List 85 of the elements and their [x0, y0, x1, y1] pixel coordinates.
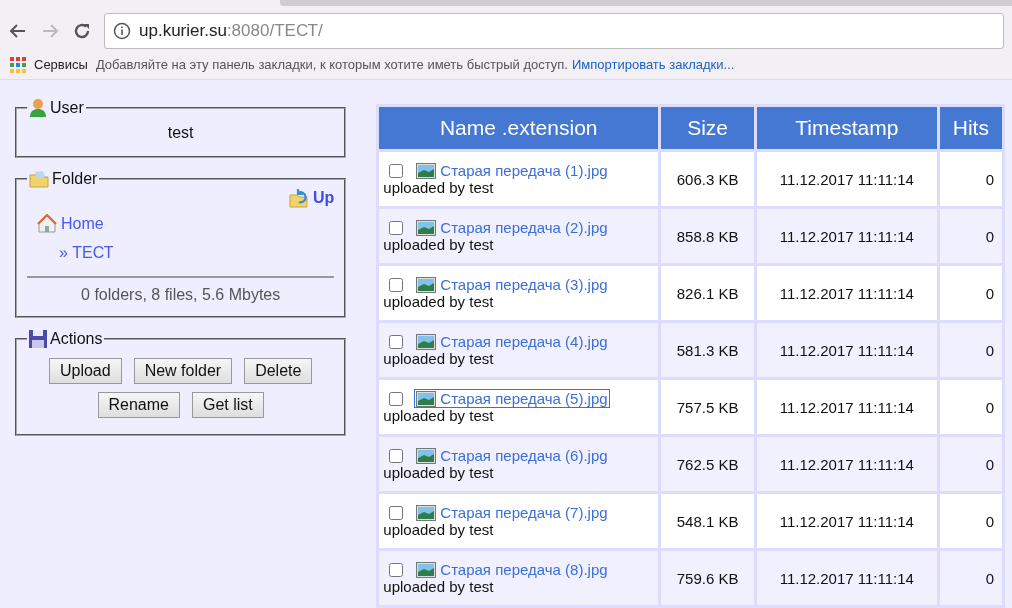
row-checkbox[interactable]	[389, 277, 404, 292]
action-button[interactable]: Get list	[192, 392, 264, 418]
column-header[interactable]: Size	[661, 107, 754, 149]
timestamp-cell-text: 11.12.2017 11:11:14	[778, 454, 915, 475]
column-header[interactable]: Timestamp	[757, 107, 937, 149]
uploader-text: uploaded by test	[383, 407, 495, 424]
size-cell-text: 606.3 KB	[675, 169, 740, 190]
image-file-icon	[416, 447, 437, 464]
panel-title: User	[50, 99, 84, 117]
uploader-text: uploaded by test	[383, 578, 495, 595]
timestamp-cell-text: 11.12.2017 11:11:14	[778, 568, 915, 589]
row-checkbox[interactable]	[389, 391, 404, 406]
size-cell-text: 826.1 KB	[675, 283, 740, 304]
size-cell-text: 858.8 KB	[675, 226, 740, 247]
action-button[interactable]: Upload	[48, 358, 122, 384]
size-cell-text: 548.1 KB	[675, 511, 740, 532]
size-cell-text: 762.5 KB	[675, 454, 740, 475]
image-file-icon	[416, 504, 437, 521]
up-link[interactable]: Up	[313, 189, 335, 207]
hits-cell-text: 0	[984, 340, 995, 361]
uploader-text: uploaded by test	[383, 350, 495, 367]
image-file-icon	[416, 333, 437, 350]
image-file-icon	[416, 390, 437, 407]
uploader-text: uploaded by test	[383, 521, 495, 538]
apps-bookmark[interactable]: Сервисы	[34, 57, 88, 73]
column-header[interactable]: Hits	[939, 107, 1002, 149]
row-checkbox[interactable]	[389, 448, 404, 463]
address-bar[interactable]: up.kurier.su:8080/ТЕСТ/	[104, 13, 1004, 50]
hits-cell-text: 0	[984, 169, 995, 190]
folder-icon	[29, 170, 49, 188]
hits-cell-text: 0	[984, 283, 995, 304]
action-button[interactable]: Delete	[244, 358, 313, 384]
panel-title: Actions	[50, 330, 103, 348]
timestamp-cell-text: 11.12.2017 11:11:14	[778, 511, 915, 532]
image-file-icon	[416, 561, 437, 578]
hits-cell-text: 0	[984, 454, 995, 475]
timestamp-cell-text: 11.12.2017 11:11:14	[778, 397, 915, 418]
size-cell-text: 581.3 KB	[675, 340, 740, 361]
row-checkbox[interactable]	[389, 505, 404, 520]
row-checkbox[interactable]	[389, 334, 404, 349]
file-link[interactable]: Старая передача (7).jpg	[415, 504, 609, 521]
uploader-text: uploaded by test	[383, 236, 495, 253]
url-path: :8080/ТЕСТ/	[226, 21, 323, 42]
hits-cell-text: 0	[984, 568, 995, 589]
action-button[interactable]: Rename	[97, 392, 180, 418]
user-name: test	[166, 124, 195, 143]
hits-cell-text: 0	[984, 226, 995, 247]
home-icon	[37, 214, 57, 234]
file-link[interactable]: Старая передача (3).jpg	[415, 276, 609, 293]
image-file-icon	[416, 219, 437, 236]
breadcrumb-link[interactable]: » ТЕСТ	[59, 244, 114, 262]
size-cell-text: 757.5 KB	[675, 397, 740, 418]
breadcrumb-link[interactable]: Home	[61, 215, 104, 233]
column-header[interactable]: Name .extension	[379, 107, 659, 149]
timestamp-cell-text: 11.12.2017 11:11:14	[778, 340, 915, 361]
uploader-text: uploaded by test	[383, 179, 495, 196]
bookmarks-hint: Добавляйте на эту панель закладки, к которым хотите иметь быстрый доступ.	[95, 57, 568, 73]
info-icon[interactable]	[113, 22, 131, 41]
file-link[interactable]: Старая передача (1).jpg	[415, 162, 609, 179]
file-link[interactable]: Старая передача (4).jpg	[415, 333, 609, 350]
timestamp-cell-text: 11.12.2017 11:11:14	[778, 226, 915, 247]
row-checkbox[interactable]	[389, 163, 404, 178]
uploader-text: uploaded by test	[383, 464, 495, 481]
image-file-icon	[416, 162, 437, 179]
row-checkbox[interactable]	[389, 220, 404, 235]
image-file-icon	[416, 276, 437, 293]
timestamp-cell-text: 11.12.2017 11:11:14	[778, 283, 915, 304]
panel-title: Folder	[52, 170, 98, 188]
action-button[interactable]: New folder	[133, 358, 233, 384]
folder-summary: 0 folders, 8 files, 5.6 Mbytes	[80, 286, 282, 305]
apps-grid-icon[interactable]	[10, 56, 26, 73]
hits-cell-text: 0	[984, 397, 995, 418]
file-link[interactable]: Старая передача (5).jpg	[415, 390, 609, 407]
import-bookmarks-link[interactable]: Импортировать закладки...	[572, 57, 735, 73]
hits-cell-text: 0	[984, 511, 995, 532]
file-link[interactable]: Старая передача (6).jpg	[415, 447, 609, 464]
size-cell-text: 759.6 KB	[675, 568, 740, 589]
file-link[interactable]: Старая передача (8).jpg	[415, 561, 609, 578]
row-checkbox[interactable]	[389, 562, 404, 577]
uploader-text: uploaded by test	[383, 293, 495, 310]
file-link[interactable]: Старая передача (2).jpg	[415, 219, 609, 236]
url-host: up.kurier.su	[139, 21, 227, 42]
folder-up-icon[interactable]	[289, 188, 311, 208]
timestamp-cell-text: 11.12.2017 11:11:14	[778, 169, 915, 190]
user-icon	[29, 98, 47, 118]
